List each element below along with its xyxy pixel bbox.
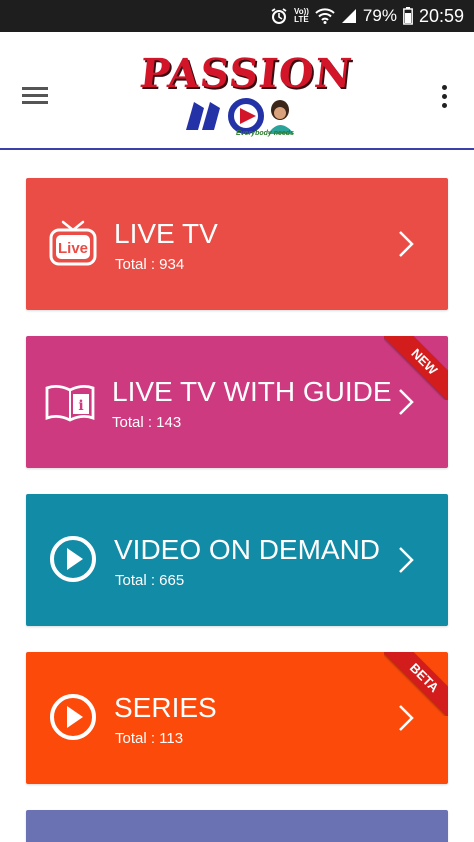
card-title: VIDEO ON DEMAND xyxy=(114,534,381,565)
card-title: LIVE TV xyxy=(114,218,218,249)
new-ribbon: NEW xyxy=(384,336,448,400)
card-live-tv[interactable]: Live LIVE TV Total : 934 xyxy=(26,178,448,310)
card-video-on-demand[interactable]: VIDEO ON DEMAND Total : 665 xyxy=(26,494,448,626)
card-series[interactable]: SERIES Total : 113 BETA xyxy=(26,652,448,784)
card-partial[interactable] xyxy=(26,810,448,842)
battery-percent: 79% xyxy=(362,6,397,25)
card-total: Total : 665 xyxy=(115,572,185,589)
card-live-tv-guide[interactable]: i LIVE TV WITH GUIDE Total : 143 NEW xyxy=(26,336,448,468)
card-title: SERIES xyxy=(114,692,217,723)
wifi-icon xyxy=(315,8,335,24)
card-total: Total : 934 xyxy=(115,256,185,273)
card-total: Total : 113 xyxy=(115,730,184,747)
card-title: LIVE TV WITH GUIDE xyxy=(112,376,392,407)
card-total: Total : 143 xyxy=(112,414,182,431)
new-badge: NEW xyxy=(384,336,448,400)
play-circle-icon xyxy=(48,692,98,742)
book-guide-icon: i xyxy=(44,376,95,426)
app-logo: PASSION Everybody needs xyxy=(137,50,355,146)
battery-icon xyxy=(403,7,413,25)
live-tv-icon: Live xyxy=(48,218,98,268)
svg-text:i: i xyxy=(78,398,83,414)
signal-icon xyxy=(341,8,357,24)
chevron-right-icon xyxy=(394,228,418,260)
logo-wordmark: PASSION xyxy=(137,50,355,97)
beta-badge: BETA xyxy=(384,652,448,716)
chevron-right-icon xyxy=(394,544,418,576)
svg-text:Live: Live xyxy=(58,240,88,257)
status-bar: Vo)) LTE 79% 20:59 xyxy=(0,0,474,32)
more-options-icon[interactable] xyxy=(438,82,450,110)
logo-tagline: Everybody needs xyxy=(236,130,294,137)
clock: 20:59 xyxy=(418,5,464,26)
hamburger-menu-icon[interactable] xyxy=(22,84,52,108)
play-circle-icon xyxy=(48,534,98,584)
alarm-icon xyxy=(270,7,288,25)
beta-ribbon: BETA xyxy=(384,652,448,716)
volte-icon: Vo)) LTE xyxy=(293,7,309,24)
app-header: PASSION Everybody needs xyxy=(0,32,474,150)
